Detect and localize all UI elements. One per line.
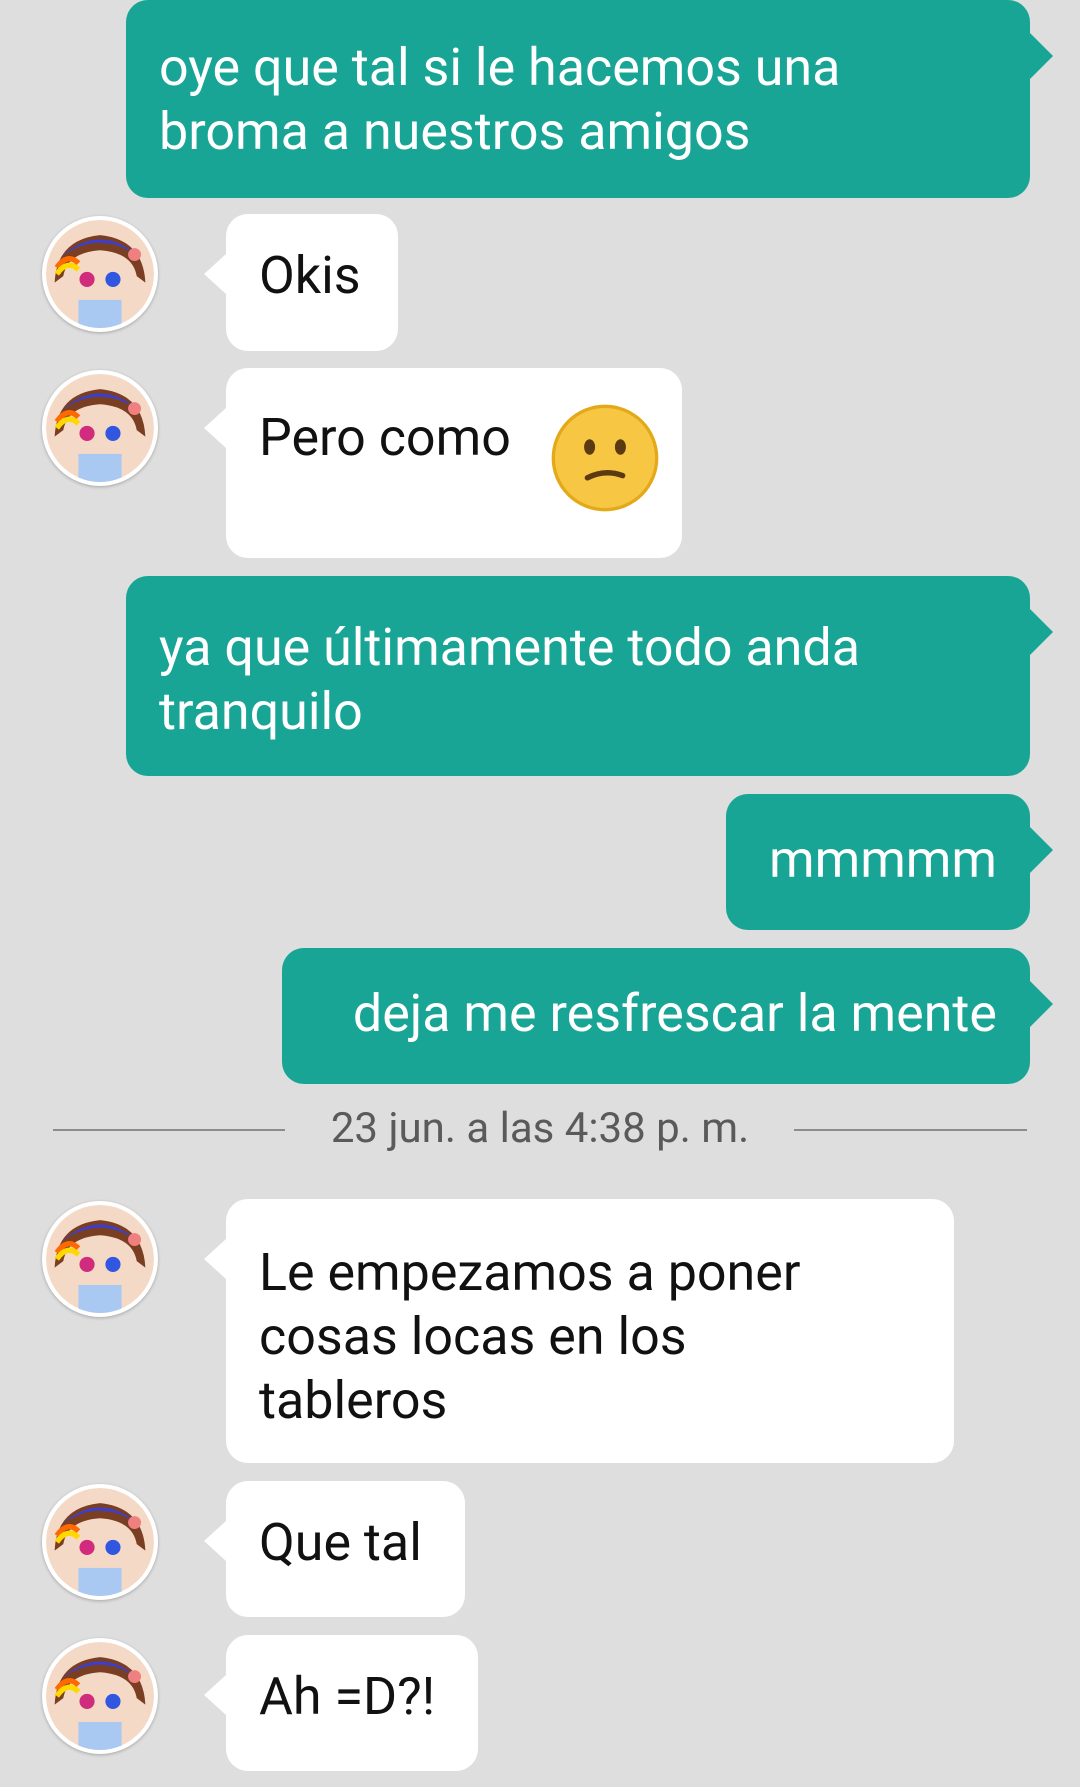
incoming-message[interactable]: Ah =D?!	[204, 1635, 478, 1771]
bubble-tail	[204, 1521, 226, 1561]
bubble-tail	[1029, 32, 1053, 80]
incoming-message[interactable]: Pero como	[204, 368, 682, 558]
message-text: ya que últimamente todo anda tranquilo	[159, 617, 860, 742]
message-text: Ah =D?!	[259, 1666, 436, 1727]
message-text: oye que tal si le hacemos una broma a nu…	[159, 37, 841, 162]
bubble-tail	[204, 1675, 226, 1715]
bubble-tail	[204, 254, 226, 294]
contact-avatar[interactable]	[42, 1484, 158, 1600]
bubble-tail	[1029, 826, 1053, 874]
contact-avatar[interactable]	[42, 370, 158, 486]
message-text: mmmmm	[768, 829, 997, 890]
message-text: Que tal	[259, 1512, 422, 1573]
date-divider: 23 jun. a las 4:38 p. m.	[0, 1108, 1080, 1192]
outgoing-message[interactable]: ya que últimamente todo anda tranquilo	[126, 576, 1053, 776]
incoming-message[interactable]: Okis	[204, 214, 398, 351]
message-text: Okis	[259, 245, 361, 306]
contact-avatar[interactable]	[42, 1201, 158, 1317]
bubble-tail	[1029, 980, 1053, 1028]
contact-avatar[interactable]	[42, 216, 158, 332]
incoming-message[interactable]: Que tal	[204, 1481, 465, 1617]
bubble-tail	[204, 408, 226, 448]
message-text: deja me resfrescar la mente	[352, 983, 997, 1044]
message-text: Le empezamos a poner cosas locas en los …	[259, 1242, 801, 1431]
message-text: Pero como	[259, 407, 511, 468]
contact-avatar[interactable]	[42, 1638, 158, 1754]
confused-face-emoji	[551, 404, 659, 512]
outgoing-message[interactable]: mmmmm	[726, 794, 1053, 930]
incoming-message[interactable]: Le empezamos a poner cosas locas en los …	[204, 1199, 954, 1463]
bubble-tail	[204, 1239, 226, 1279]
outgoing-message[interactable]: deja me resfrescar la mente	[282, 948, 1053, 1084]
divider-line-right	[794, 1129, 1027, 1131]
bubble-tail	[1029, 608, 1053, 656]
outgoing-message[interactable]: oye que tal si le hacemos una broma a nu…	[126, 0, 1053, 198]
